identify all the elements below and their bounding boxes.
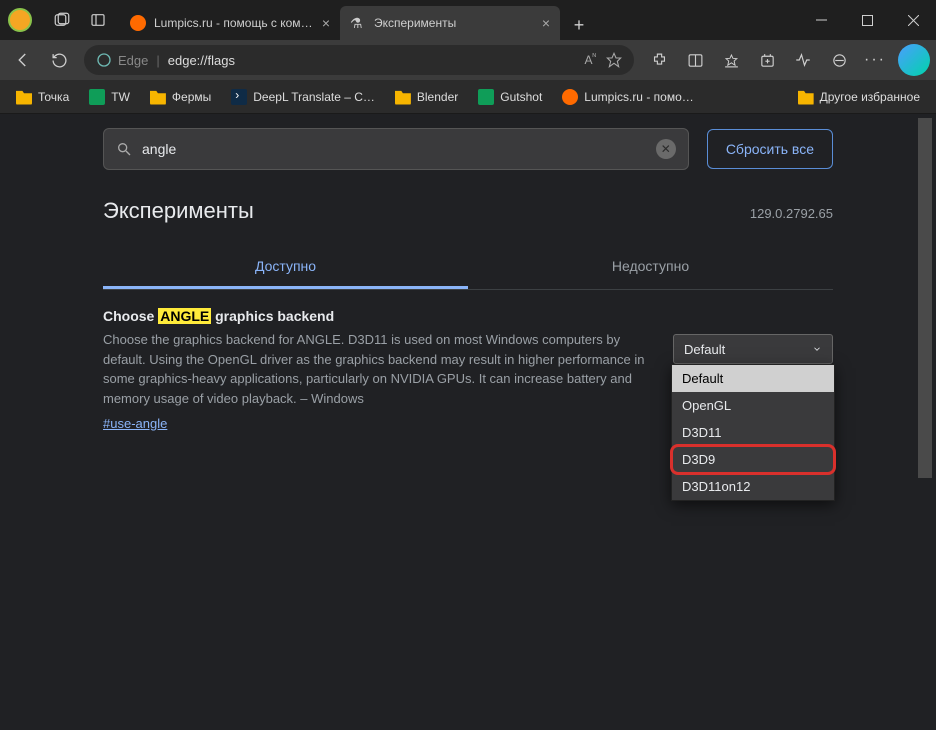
vertical-scrollbar[interactable]	[918, 118, 932, 724]
folder-icon	[150, 89, 166, 105]
extensions-button[interactable]	[642, 44, 676, 76]
scrollbar-thumb[interactable]	[918, 118, 932, 478]
tab-experiments[interactable]: Эксперименты ×	[340, 6, 560, 40]
select-option[interactable]: OpenGL	[672, 392, 834, 419]
flag-title: Choose ANGLE graphics backend	[103, 308, 657, 324]
tab-unavailable[interactable]: Недоступно	[468, 246, 833, 289]
split-screen-button[interactable]	[678, 44, 712, 76]
flask-icon	[350, 15, 366, 31]
flag-description: Choose the graphics backend for ANGLE. D…	[103, 330, 657, 408]
workspaces-icon[interactable]	[52, 10, 72, 30]
back-button[interactable]	[6, 44, 40, 76]
folder-icon	[395, 89, 411, 105]
address-bar[interactable]: Edge | edge://flags Aᴺ	[84, 45, 634, 75]
bookmark-item[interactable]: Точка	[8, 85, 77, 109]
page-title: Эксперименты	[103, 198, 254, 224]
tab-label: Эксперименты	[374, 16, 534, 30]
flag-select[interactable]: Default	[673, 334, 833, 364]
close-window-button[interactable]	[890, 0, 936, 40]
maximize-button[interactable]	[844, 0, 890, 40]
favicon-icon	[130, 15, 146, 31]
deepl-icon	[231, 89, 247, 105]
bookmark-item[interactable]: TW	[81, 85, 138, 109]
copilot-button[interactable]	[898, 44, 930, 76]
tab-strip: Lumpics.ru - помощь с компьют × Эксперим…	[120, 0, 594, 40]
page-content: ✕ Сбросить все Эксперименты 129.0.2792.6…	[0, 114, 936, 730]
more-button[interactable]: ···	[858, 44, 892, 76]
minimize-button[interactable]	[798, 0, 844, 40]
site-icon	[562, 89, 578, 105]
flags-search-input[interactable]	[142, 141, 656, 157]
new-tab-button[interactable]: +	[564, 10, 594, 40]
favorites-button[interactable]	[714, 44, 748, 76]
select-option[interactable]: Default	[672, 365, 834, 392]
bookmark-item[interactable]: Gutshot	[470, 85, 550, 109]
tab-label: Lumpics.ru - помощь с компьют	[154, 16, 314, 30]
close-icon[interactable]: ×	[542, 15, 550, 31]
flags-tabs: Доступно Недоступно	[103, 246, 833, 290]
tab-available[interactable]: Доступно	[103, 246, 468, 289]
bookmark-item[interactable]: Blender	[387, 85, 466, 109]
other-bookmarks[interactable]: Другое избранное	[790, 85, 928, 109]
flag-anchor-link[interactable]: #use-angle	[103, 416, 167, 431]
select-option[interactable]: D3D9	[672, 446, 834, 473]
sheets-icon	[478, 89, 494, 105]
flag-select-dropdown: Default OpenGL D3D11 D3D9 D3D11on12	[671, 364, 835, 501]
address-path: edge://flags	[168, 53, 235, 68]
profile-avatar[interactable]	[8, 8, 32, 32]
tab-lumpics[interactable]: Lumpics.ru - помощь с компьют ×	[120, 6, 340, 40]
ie-mode-button[interactable]	[822, 44, 856, 76]
refresh-button[interactable]	[42, 44, 76, 76]
select-option[interactable]: D3D11	[672, 419, 834, 446]
flags-search-box[interactable]: ✕	[103, 128, 689, 170]
collections-button[interactable]	[750, 44, 784, 76]
folder-icon	[798, 89, 814, 105]
search-icon	[116, 141, 132, 157]
performance-button[interactable]	[786, 44, 820, 76]
search-highlight: ANGLE	[158, 308, 211, 324]
title-bar: Lumpics.ru - помощь с компьют × Эксперим…	[0, 0, 936, 40]
bookmark-item[interactable]: DeepL Translate – C…	[223, 85, 383, 109]
address-protocol: Edge	[118, 53, 148, 68]
edge-icon	[96, 52, 112, 68]
chevron-down-icon	[812, 344, 822, 354]
folder-icon	[16, 89, 32, 105]
bookmark-item[interactable]: Lumpics.ru - помо…	[554, 85, 701, 109]
flag-row: Choose ANGLE graphics backend Choose the…	[103, 290, 833, 451]
browser-toolbar: Edge | edge://flags Aᴺ ···	[0, 40, 936, 80]
clear-search-button[interactable]: ✕	[656, 139, 676, 159]
window-controls	[798, 0, 936, 40]
reset-all-button[interactable]: Сбросить все	[707, 129, 833, 169]
close-icon[interactable]: ×	[322, 15, 330, 31]
select-option[interactable]: D3D11on12	[672, 473, 834, 500]
bookmarks-bar: Точка TW Фермы DeepL Translate – C… Blen…	[0, 80, 936, 114]
text-size-icon[interactable]: Aᴺ	[585, 52, 596, 68]
version-label: 129.0.2792.65	[750, 206, 833, 221]
favorite-icon[interactable]	[606, 52, 622, 68]
sheets-icon	[89, 89, 105, 105]
bookmark-item[interactable]: Фермы	[142, 85, 219, 109]
tab-actions-icon[interactable]	[88, 10, 108, 30]
